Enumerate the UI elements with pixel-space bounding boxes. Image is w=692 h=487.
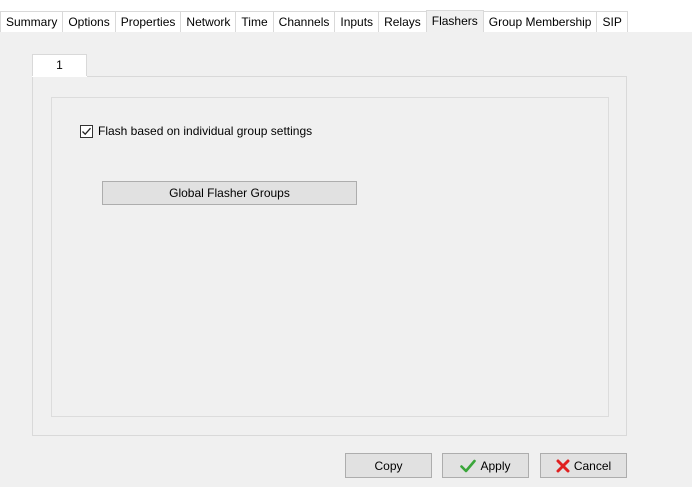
global-flasher-groups-button[interactable]: Global Flasher Groups [102, 181, 357, 205]
tab-properties[interactable]: Properties [114, 11, 182, 32]
cancel-label: Cancel [573, 458, 612, 473]
apply-button[interactable]: Apply [442, 453, 529, 478]
tab-group-membership[interactable]: Group Membership [482, 11, 598, 32]
tab-channels[interactable]: Channels [272, 11, 336, 32]
flash-individual-checkbox[interactable] [80, 124, 93, 138]
tab-time[interactable]: Time [235, 11, 274, 32]
inner-tab-1[interactable]: 1 [32, 54, 87, 76]
tab-options[interactable]: Options [62, 11, 116, 32]
apply-label: Apply [480, 458, 511, 473]
tab-flashers[interactable]: Flashers [425, 10, 484, 33]
tab-bar: Summary Options Properties Network Time … [0, 10, 692, 33]
copy-label: Copy [374, 458, 403, 473]
copy-button[interactable]: Copy [345, 453, 432, 478]
tab-content: 1 Flash based on individual group settin… [0, 32, 692, 487]
global-flasher-groups-label: Global Flasher Groups [169, 186, 290, 200]
flash-individual-label: Flash based on individual group settings [98, 124, 313, 138]
flasher-settings-group: Flash based on individual group settings… [51, 97, 609, 417]
checkmark-icon [82, 127, 91, 135]
x-icon [556, 459, 570, 472]
tab-network[interactable]: Network [180, 11, 237, 32]
flash-individual-row[interactable]: Flash based on individual group settings [80, 124, 312, 138]
cancel-button[interactable]: Cancel [540, 453, 627, 478]
tab-relays[interactable]: Relays [378, 11, 427, 32]
inner-tab-panel: Flash based on individual group settings… [32, 76, 627, 436]
checkmark-icon [460, 459, 477, 472]
tab-sip[interactable]: SIP [596, 11, 628, 32]
tab-inputs[interactable]: Inputs [334, 11, 380, 32]
tab-summary[interactable]: Summary [0, 11, 64, 32]
